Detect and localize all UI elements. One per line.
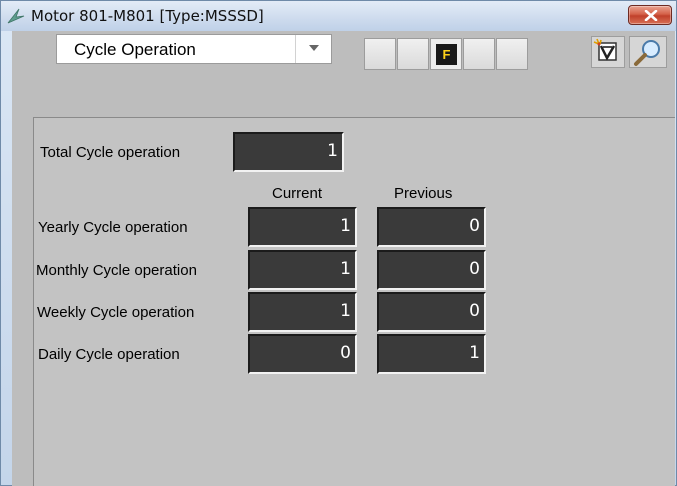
search-button[interactable] [629,36,667,68]
fault-flag: F [436,44,457,65]
row-label-weekly: Weekly Cycle operation [37,304,195,321]
window-title: Motor 801-M801 [Type:MSSSD] [31,7,264,25]
yearly-previous-value: 0 [377,207,486,247]
weekly-previous-value: 0 [377,292,486,332]
current-column-header: Current [272,185,323,202]
monthly-current-value: 1 [248,250,357,290]
daily-current-value: 0 [248,334,357,374]
row-label-daily: Daily Cycle operation [38,346,180,363]
monthly-previous-value: 0 [377,250,486,290]
row-label-yearly: Yearly Cycle operation [38,219,188,236]
mode-select[interactable]: Cycle Operation [56,34,332,64]
close-button[interactable] [628,5,672,25]
chevron-down-icon [309,45,319,51]
weekly-current-value: 1 [248,292,357,332]
app-logo-icon [7,8,25,24]
search-icon [634,40,660,66]
previous-column-header: Previous [394,185,453,202]
mode-select-value: Cycle Operation [74,40,196,59]
daily-previous-value: 1 [377,334,486,374]
row-label-monthly: Monthly Cycle operation [36,262,197,279]
status-indicator-4 [463,38,495,70]
status-indicator-fault: F [430,38,462,70]
total-cycle-label: Total Cycle operation [40,144,181,161]
app-window: Motor 801-M801 [Type:MSSSD] Cycle Operat… [0,0,677,486]
status-indicator-5 [496,38,528,70]
yearly-current-value: 1 [248,207,357,247]
trend-icon [593,38,617,61]
dropdown-button[interactable] [295,35,331,63]
status-indicator-2 [397,38,429,70]
close-icon [644,10,658,21]
status-indicator-1 [364,38,396,70]
total-cycle-value: 1 [233,132,344,172]
trend-button[interactable] [591,36,625,68]
title-bar[interactable]: Motor 801-M801 [Type:MSSSD] [1,1,676,31]
